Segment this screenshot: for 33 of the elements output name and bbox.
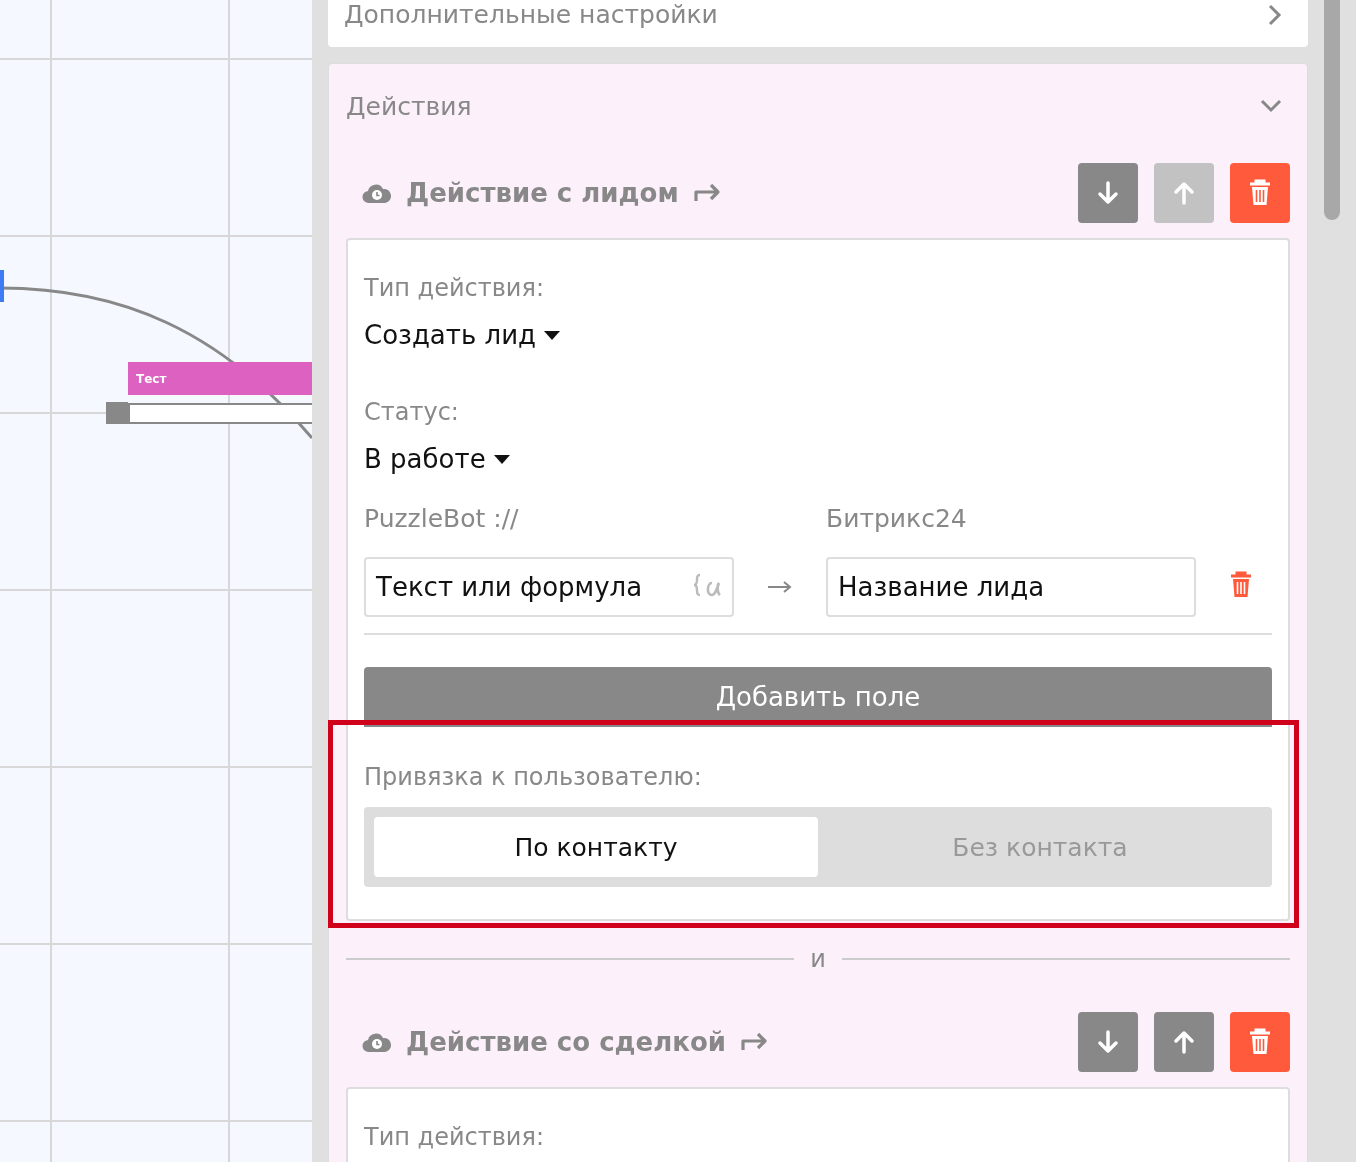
separator-label: и — [810, 945, 826, 973]
source-field[interactable]: Текст или формула — [364, 557, 734, 617]
action-title: Действие со сделкой — [406, 1027, 726, 1057]
right-arrow-icon — [767, 580, 793, 594]
scrollbar-thumb[interactable] — [1324, 0, 1340, 220]
caret-icon — [544, 330, 561, 340]
forward-arrow-icon — [740, 1032, 770, 1052]
move-down-button[interactable] — [1078, 163, 1138, 223]
cloud-clock-icon — [362, 182, 392, 204]
move-up-button[interactable] — [1154, 1012, 1214, 1072]
column-heading: PuzzleBot :// — [364, 504, 520, 533]
node-body[interactable] — [128, 403, 312, 424]
chevron-right-icon — [1268, 3, 1282, 26]
field-label: Статус: — [364, 397, 460, 428]
target-field[interactable]: Название лида — [826, 557, 1196, 617]
delete-button[interactable] — [1230, 163, 1290, 223]
settings-row[interactable]: Дополнительные настройки — [328, 0, 1308, 47]
caret-icon — [493, 454, 510, 464]
action-title: Действие с лидом — [406, 178, 679, 208]
delete-button[interactable] — [1230, 1012, 1290, 1072]
chevron-down-icon — [1260, 99, 1282, 113]
move-down-button[interactable] — [1078, 1012, 1138, 1072]
field-label: Привязка к пользователю: — [364, 763, 703, 791]
cloud-clock-icon — [362, 1031, 392, 1053]
action-type-dropdown[interactable]: Создать лид — [364, 318, 1272, 352]
field-label: Тип действия: — [364, 1122, 545, 1153]
node-port[interactable] — [106, 402, 128, 424]
column-heading: Битрикс24 — [826, 504, 967, 533]
port-marker — [0, 270, 4, 302]
status-dropdown[interactable]: В работе — [364, 442, 1272, 476]
add-field-button[interactable]: Добавить поле — [364, 667, 1272, 727]
field-label: Тип действия: — [364, 273, 545, 304]
segment-option[interactable]: По контакту — [374, 817, 818, 877]
